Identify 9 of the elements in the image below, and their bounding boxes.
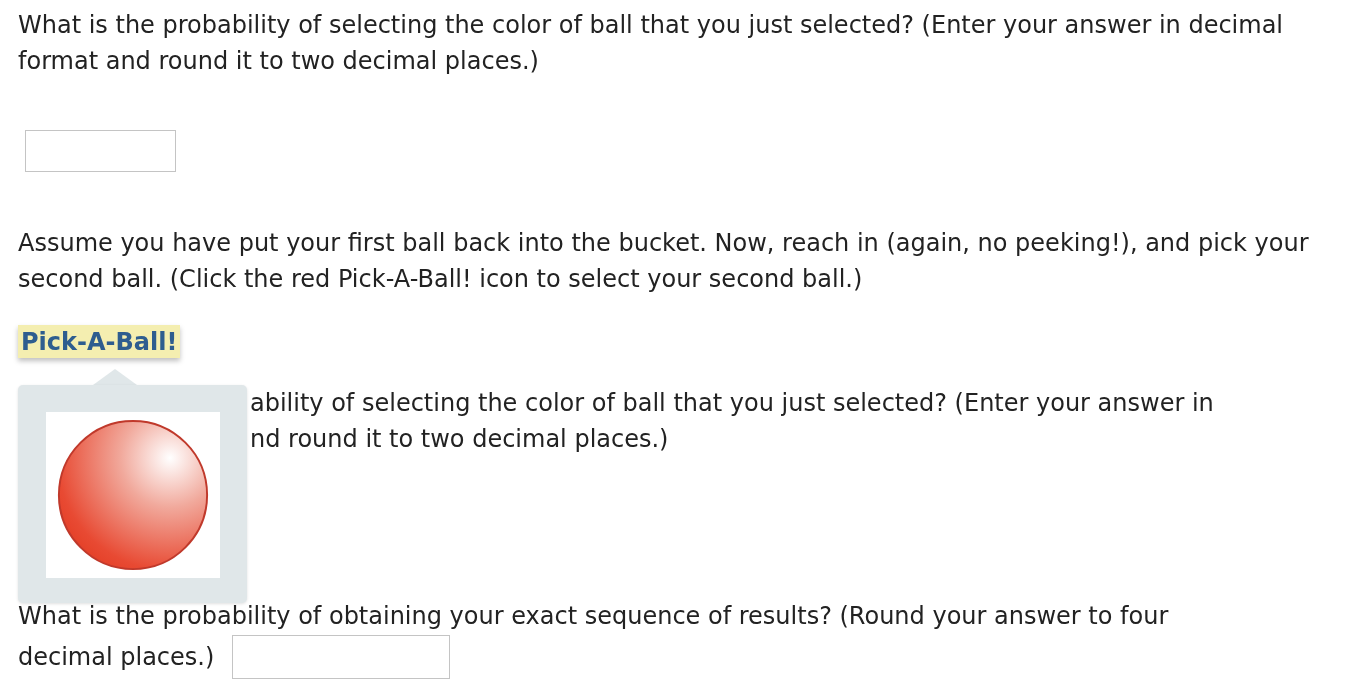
instruction-text: Assume you have put your first ball back into the bucket. Now, reach in (again, no peeking!), and pick your second ball. (Click the red Pick-A-Ball! icon to select your second ball.) — [18, 228, 1310, 295]
question-text: What is the probability of obtaining your exact sequence of results? (Round your answer to four — [18, 601, 1169, 632]
answer-field[interactable] — [25, 130, 176, 172]
pick-a-ball-button[interactable]: Pick-A-Ball! — [18, 325, 181, 358]
question-text: ability of selecting the color of ball that you just selected? (Enter your answer in — [250, 388, 1215, 419]
question-text: decimal places.) — [18, 642, 215, 673]
question-text: nd round it to two decimal places.) — [250, 424, 670, 455]
answer-field[interactable] — [232, 635, 451, 679]
question-text: What is the probability of selecting the color of ball that you just selected? (Enter your answer in decimal format and round it to two decimal places.) — [18, 10, 1285, 77]
